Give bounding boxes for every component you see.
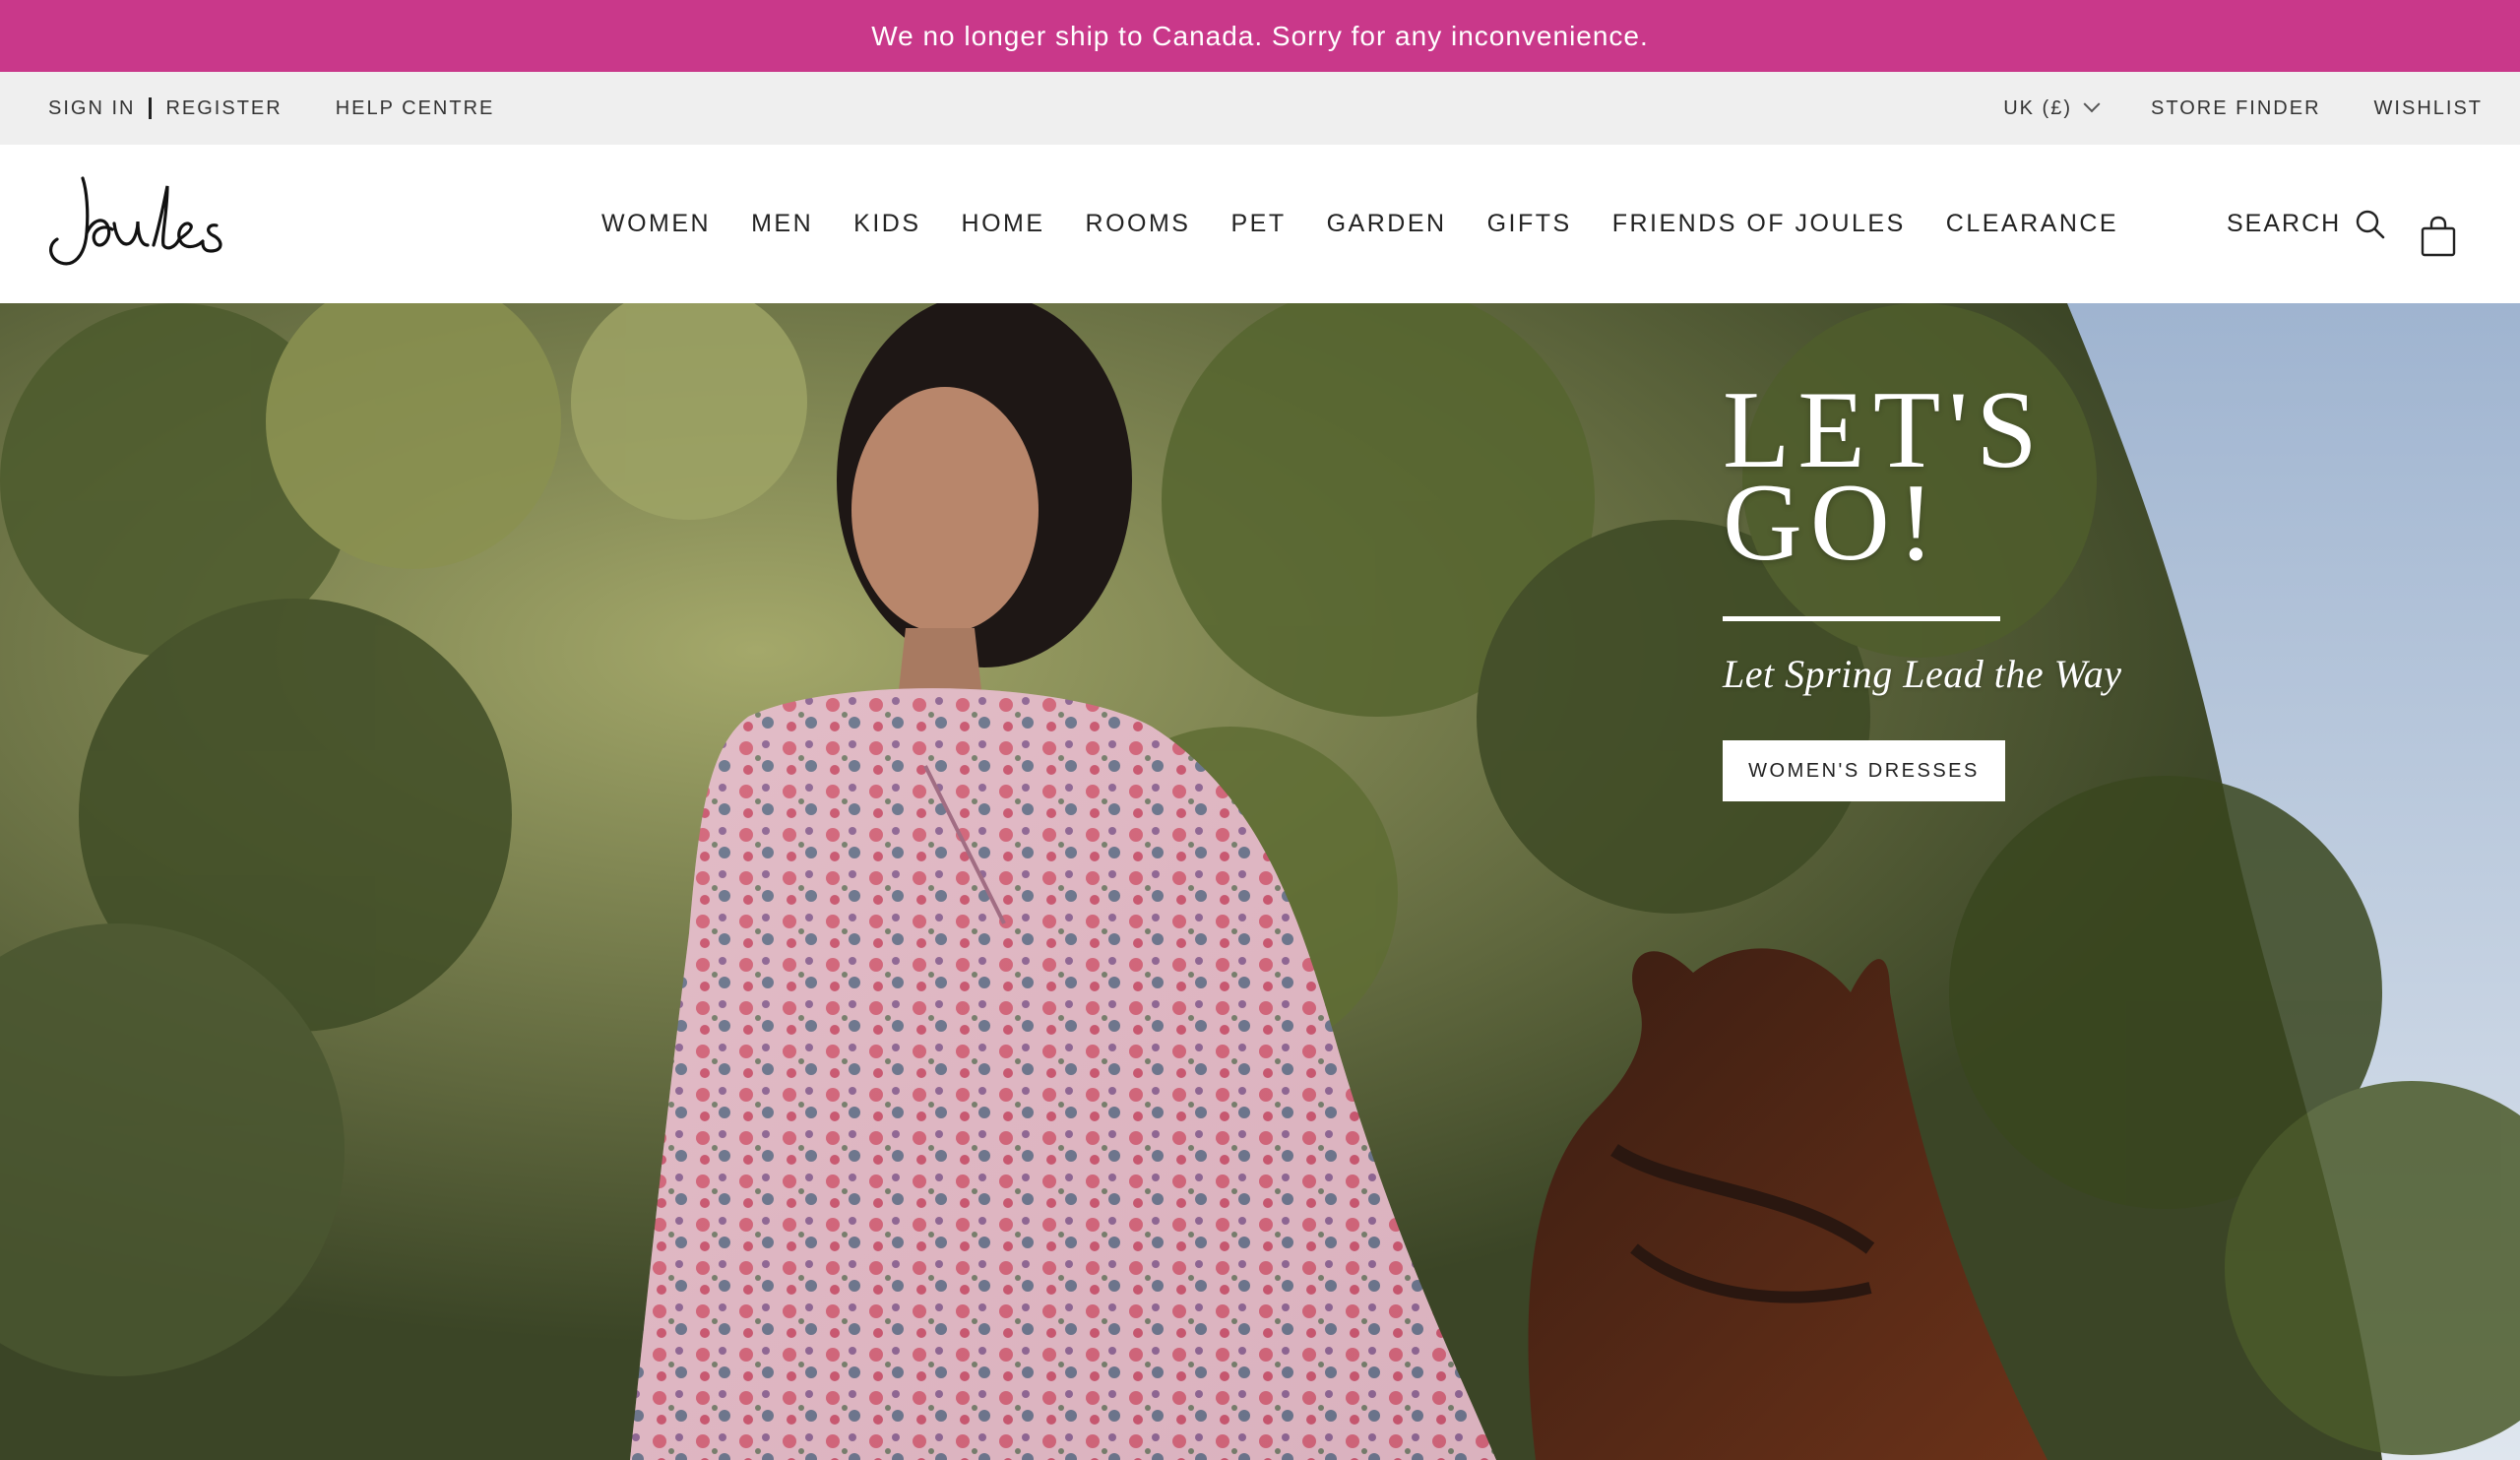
divider xyxy=(149,97,153,119)
nav-pet[interactable]: PET xyxy=(1230,210,1286,238)
currency-selector[interactable]: UK (£) xyxy=(2003,95,2101,120)
currency-label: UK (£) xyxy=(2003,96,2072,119)
nav-garden[interactable]: GARDEN xyxy=(1327,210,1447,238)
nav-rooms[interactable]: ROOMS xyxy=(1086,210,1191,238)
hero-banner[interactable]: LET'S GO! Let Spring Lead the Way WOMEN'… xyxy=(0,303,2520,1460)
site-header: WOMEN MEN KIDS HOME ROOMS PET GARDEN GIF… xyxy=(0,145,2520,303)
main-nav: WOMEN MEN KIDS HOME ROOMS PET GARDEN GIF… xyxy=(601,145,2118,303)
nav-men[interactable]: MEN xyxy=(751,210,813,238)
register-link[interactable]: REGISTER xyxy=(165,97,282,120)
hero-headline-line-2: GO! xyxy=(1723,462,1943,584)
hero-divider xyxy=(1723,616,2000,621)
chevron-down-icon xyxy=(2083,95,2101,113)
nav-clearance[interactable]: CLEARANCE xyxy=(1946,210,2118,238)
nav-women[interactable]: WOMEN xyxy=(601,210,711,238)
search-label: SEARCH xyxy=(2227,210,2342,237)
announcement-text: We no longer ship to Canada. Sorry for a… xyxy=(871,20,1649,51)
nav-home[interactable]: HOME xyxy=(962,210,1045,238)
help-centre-link[interactable]: HELP CENTRE xyxy=(336,97,495,120)
search-icon xyxy=(2356,210,2385,238)
account-links: SIGN IN REGISTER HELP CENTRE xyxy=(48,97,494,120)
search-button[interactable]: SEARCH xyxy=(2227,145,2386,303)
nav-gifts[interactable]: GIFTS xyxy=(1487,210,1572,238)
utility-right-links: UK (£) STORE FINDER WISHLIST xyxy=(2003,95,2483,120)
wishlist-link[interactable]: WISHLIST xyxy=(2374,97,2483,120)
nav-friends-of-joules[interactable]: FRIENDS OF JOULES xyxy=(1612,210,1906,238)
store-finder-link[interactable]: STORE FINDER xyxy=(2151,97,2321,120)
shopping-bag-icon[interactable] xyxy=(2419,215,2458,258)
joules-logo[interactable] xyxy=(43,172,250,271)
womens-dresses-button[interactable]: WOMEN'S DRESSES xyxy=(1723,740,2005,801)
sign-in-link[interactable]: SIGN IN xyxy=(48,97,135,120)
announcement-bar: We no longer ship to Canada. Sorry for a… xyxy=(0,0,2520,72)
hero-headline: LET'S GO! xyxy=(1723,375,2215,578)
utility-bar: SIGN IN REGISTER HELP CENTRE UK (£) STOR… xyxy=(0,72,2520,145)
nav-kids[interactable]: KIDS xyxy=(853,210,920,238)
hero-promo: LET'S GO! Let Spring Lead the Way WOMEN'… xyxy=(1723,375,2215,801)
hero-tagline: Let Spring Lead the Way xyxy=(1723,652,2122,696)
